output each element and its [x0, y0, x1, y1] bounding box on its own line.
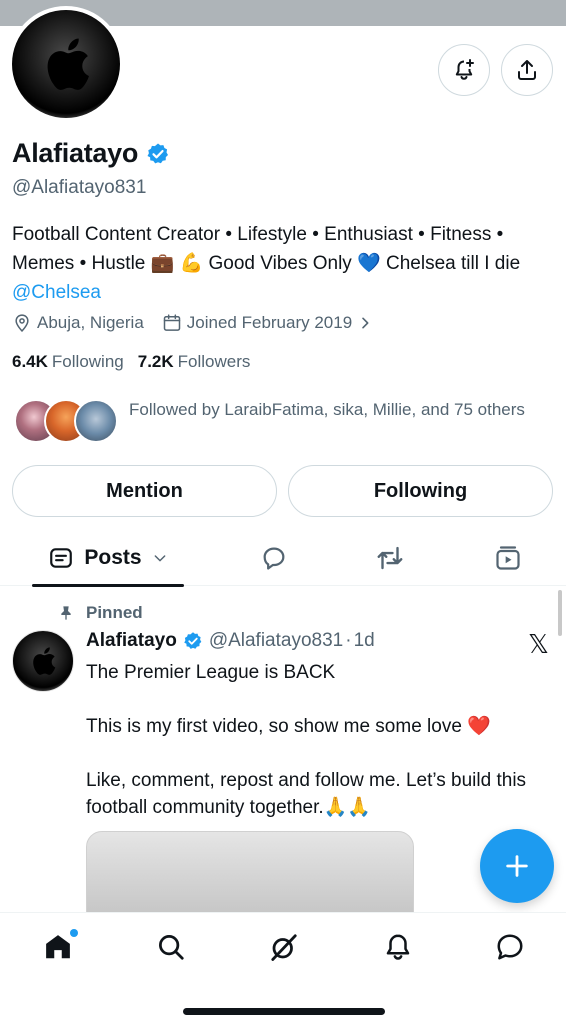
scrollbar[interactable]	[558, 590, 562, 636]
profile-location: Abuja, Nigeria	[12, 313, 144, 333]
followers-count: 7.2K	[137, 352, 174, 371]
pinned-label: Pinned	[86, 603, 143, 622]
post-separator: ·	[345, 630, 352, 651]
mention-button[interactable]: Mention	[12, 465, 277, 517]
chevron-down-icon	[154, 555, 165, 562]
profile-bio: Football Content Creator • Lifestyle • E…	[12, 220, 560, 307]
bottom-navigation	[0, 912, 566, 1024]
repost-icon	[377, 546, 403, 570]
messages-icon	[497, 934, 523, 960]
post-text-line: The Premier League is BACK	[86, 662, 336, 683]
profile-tabs: Posts	[0, 530, 566, 587]
nav-search[interactable]	[143, 927, 199, 967]
tab-posts[interactable]: Posts	[32, 530, 184, 587]
followers-label: Followers	[177, 352, 251, 371]
following-label: Following	[51, 352, 124, 371]
nav-home[interactable]	[30, 927, 86, 967]
followed-by-section[interactable]: Followed by LaraibFatima, sika, Millie, …	[14, 397, 529, 445]
nav-notifications[interactable]	[370, 927, 426, 967]
notifications-subscribe-button[interactable]	[438, 44, 490, 96]
following-stat[interactable]: 6.4K Following	[12, 352, 124, 372]
following-count: 6.4K	[12, 352, 48, 371]
joined-text: Joined February 2019	[186, 313, 353, 332]
share-icon	[518, 60, 536, 80]
nav-grok[interactable]	[256, 927, 312, 967]
post-text-line: Like, comment, repost and follow me. Let…	[86, 770, 527, 818]
reply-icon	[263, 547, 285, 570]
bell-plus-icon	[455, 59, 474, 80]
follower-avatar	[74, 399, 118, 443]
post-header: Alafiatayo @Alafiatayo831 · 1d	[86, 630, 375, 652]
notifications-icon	[386, 934, 410, 960]
followed-by-text: Followed by LaraibFatima, sika, Millie, …	[129, 400, 525, 419]
location-pin-icon	[15, 314, 29, 332]
calendar-icon	[163, 314, 181, 331]
pin-icon	[61, 606, 71, 620]
post-author-name[interactable]: Alafiatayo	[86, 630, 177, 652]
tab-replies[interactable]	[246, 530, 302, 586]
verified-badge-icon	[184, 632, 202, 649]
followed-by-avatars	[14, 397, 118, 445]
video-icon	[496, 546, 520, 570]
post-text-line: This is my first video, so show me some …	[86, 716, 491, 737]
post-author-handle[interactable]: @Alafiatayo831	[209, 630, 343, 652]
search-icon	[159, 935, 184, 960]
share-profile-button[interactable]	[501, 44, 553, 96]
bio-text: Football Content Creator • Lifestyle • E…	[12, 224, 521, 274]
profile-meta: Abuja, Nigeria Joined February 2019	[12, 313, 391, 333]
unread-dot	[70, 929, 78, 937]
home-indicator[interactable]	[183, 1008, 385, 1015]
apple-logo-image	[47, 38, 89, 90]
tab-reposts[interactable]	[362, 530, 418, 586]
home-icon	[46, 935, 70, 959]
post-body: The Premier League is BACK This is my fi…	[86, 659, 556, 848]
profile-avatar[interactable]	[8, 6, 124, 122]
tab-media[interactable]	[480, 530, 536, 586]
profile-handle: @Alafiatayo831	[12, 177, 147, 198]
followers-stat[interactable]: 7.2K Followers	[138, 352, 251, 372]
nav-messages[interactable]	[482, 927, 538, 967]
follow-stats: 6.4K Following 7.2K Followers	[12, 352, 250, 372]
posts-icon	[50, 548, 73, 568]
post-author-avatar[interactable]	[12, 630, 74, 692]
active-tab-indicator	[32, 584, 184, 587]
profile-joined[interactable]: Joined February 2019	[162, 313, 373, 333]
location-text: Abuja, Nigeria	[37, 313, 144, 332]
compose-post-button[interactable]	[480, 829, 554, 903]
following-button[interactable]: Following	[288, 465, 553, 517]
grok-icon	[271, 934, 297, 961]
x-logo-icon[interactable]: 𝕏	[528, 630, 549, 660]
tab-posts-label: Posts	[84, 546, 142, 569]
profile-display-name: Alafiatayo	[12, 138, 139, 168]
apple-logo-image	[33, 647, 56, 675]
chevron-right-icon	[362, 317, 369, 329]
pinned-indicator: Pinned	[58, 603, 143, 623]
plus-icon	[506, 855, 528, 877]
verified-badge-icon[interactable]	[146, 142, 170, 166]
post-video-thumbnail[interactable]	[86, 831, 414, 921]
bio-mention-link[interactable]: @Chelsea	[12, 282, 101, 303]
post-timestamp[interactable]: 1d	[354, 630, 375, 652]
